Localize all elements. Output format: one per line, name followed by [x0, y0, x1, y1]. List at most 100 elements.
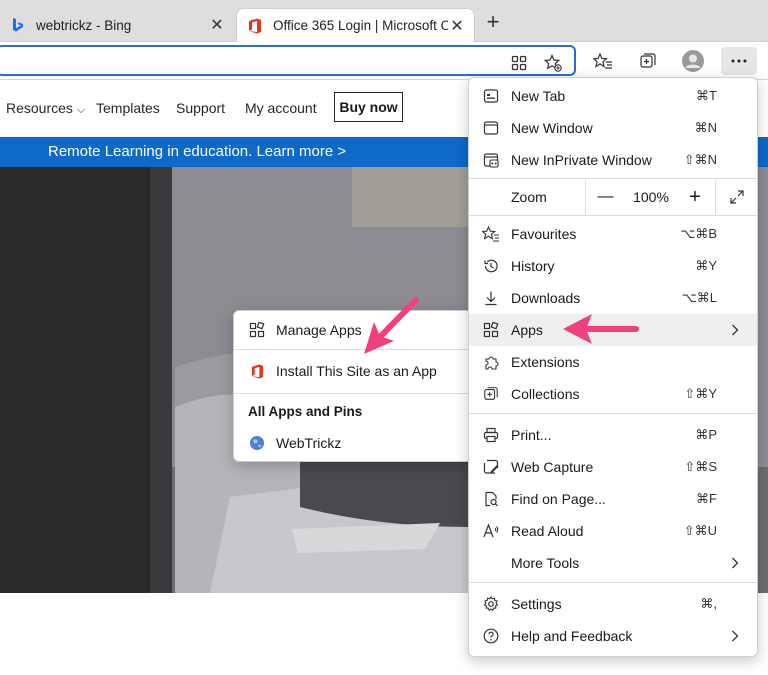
find-icon [482, 490, 500, 508]
nav-link-my-account[interactable]: My account [245, 100, 317, 116]
menu-label: Settings [511, 596, 562, 612]
menu-item-new-inprivate-window[interactable]: New InPrivate Window ⇧⌘N [469, 144, 757, 176]
close-tab-icon[interactable]: ✕ [448, 17, 466, 35]
extensions-icon [482, 353, 500, 371]
new-tab-icon [482, 87, 500, 105]
tab-office365[interactable]: Office 365 Login | Microsoft Of ✕ [236, 8, 475, 42]
menu-item-settings[interactable]: Settings ⌘, [469, 588, 757, 620]
chevron-right-icon [731, 323, 741, 337]
shortcut: ⌘F [696, 491, 717, 506]
zoom-label: Zoom [511, 189, 547, 205]
globe-icon [248, 434, 266, 452]
menu-label: New Window [511, 120, 593, 136]
menu-item-web-capture[interactable]: Web Capture ⇧⌘S [469, 451, 757, 483]
menu-item-more-tools[interactable]: More Tools [469, 547, 757, 579]
menu-item-find-on-page[interactable]: Find on Page... ⌘F [469, 483, 757, 515]
shortcut: ⇧⌘U [683, 523, 717, 538]
help-icon [482, 627, 500, 645]
webtrickz-app-item[interactable]: WebTrickz [234, 427, 471, 459]
buy-now-button[interactable]: Buy now [334, 92, 403, 122]
menu-label: Collections [511, 386, 580, 402]
shortcut: ⌘Y [695, 258, 717, 273]
menu-item-collections[interactable]: Collections ⇧⌘Y [469, 378, 757, 410]
menu-label: WebTrickz [276, 435, 342, 451]
menu-label: Apps [511, 322, 543, 338]
close-tab-icon[interactable]: ✕ [208, 16, 226, 34]
manage-apps-item[interactable]: Manage Apps [234, 314, 471, 346]
shortcut: ⌘P [695, 427, 717, 442]
add-favourite-icon[interactable] [544, 54, 562, 72]
nav-link-support[interactable]: Support [176, 100, 225, 116]
menu-label: Print... [511, 427, 552, 443]
bing-icon [10, 17, 26, 33]
menu-item-downloads[interactable]: Downloads ⌥⌘L [469, 282, 757, 314]
menu-label: Favourites [511, 226, 577, 242]
divider [469, 582, 757, 583]
tab-bing[interactable]: webtrickz - Bing ✕ [0, 8, 234, 42]
nav-link-resources[interactable]: Resources ⌵ [6, 100, 85, 117]
tab-title: Office 365 Login | Microsoft Of [273, 18, 448, 33]
settings-and-more-icon[interactable] [721, 47, 757, 75]
manage-apps-icon [248, 321, 266, 339]
chevron-right-icon [731, 629, 741, 643]
menu-item-favourites[interactable]: Favourites ⌥⌘B [469, 218, 757, 250]
tab-title: webtrickz - Bing [36, 17, 132, 33]
zoom-out-button[interactable]: — [585, 180, 625, 214]
menu-item-new-window[interactable]: New Window ⌘N [469, 112, 757, 144]
menu-item-help-and-feedback[interactable]: Help and Feedback [469, 620, 757, 652]
menu-item-print[interactable]: Print... ⌘P [469, 419, 757, 451]
divider [469, 413, 757, 414]
all-apps-heading: All Apps and Pins [248, 404, 363, 419]
download-icon [482, 289, 500, 307]
favourites-bar-icon[interactable] [588, 47, 618, 75]
menu-label: History [511, 258, 555, 274]
shortcut: ⌥⌘B [680, 226, 717, 241]
new-tab-plus-icon[interactable]: + [482, 11, 504, 34]
banner-text[interactable]: Remote Learning in education. Learn more… [48, 143, 346, 160]
menu-label: Read Aloud [511, 523, 584, 539]
browser-toolbar [0, 42, 768, 80]
shortcut: ⌘N [694, 120, 717, 135]
chevron-down-icon: ⌵ [76, 104, 86, 116]
profile-avatar-icon[interactable] [678, 47, 708, 75]
collections-icon[interactable] [633, 47, 663, 75]
menu-item-history[interactable]: History ⌘Y [469, 250, 757, 282]
app-available-icon[interactable] [510, 54, 528, 72]
menu-label: Manage Apps [276, 322, 362, 338]
zoom-level: 100% [633, 189, 669, 205]
tab-strip: webtrickz - Bing ✕ Office 365 Login | Mi… [0, 0, 768, 42]
menu-label: Downloads [511, 290, 581, 306]
print-icon [482, 426, 500, 444]
menu-label: Install This Site as an App [276, 363, 437, 379]
apps-icon [482, 321, 500, 339]
office-icon [248, 362, 266, 380]
shortcut: ⇧⌘S [684, 459, 717, 474]
address-bar[interactable] [0, 45, 576, 76]
history-icon [482, 257, 500, 275]
menu-label: Extensions [511, 354, 580, 370]
read-aloud-icon [482, 522, 500, 540]
zoom-in-button[interactable]: + [675, 180, 715, 214]
menu-label: Help and Feedback [511, 628, 633, 644]
favourites-icon [482, 225, 500, 243]
office-icon [247, 18, 263, 34]
apps-submenu: Manage Apps Install This Site as an App … [233, 310, 472, 462]
install-site-as-app-item[interactable]: Install This Site as an App [234, 355, 471, 387]
menu-label: Web Capture [511, 459, 594, 475]
menu-label: New InPrivate Window [511, 152, 652, 168]
chevron-right-icon [731, 556, 741, 570]
fullscreen-icon[interactable] [715, 180, 757, 214]
settings-and-more-menu: New Tab ⌘T New Window ⌘N New InPrivate W… [468, 77, 758, 657]
shortcut: ⇧⌘Y [684, 386, 717, 401]
divider [469, 215, 757, 216]
menu-item-extensions[interactable]: Extensions [469, 346, 757, 378]
menu-item-read-aloud[interactable]: Read Aloud ⇧⌘U [469, 515, 757, 547]
nav-link-templates[interactable]: Templates [96, 100, 160, 116]
shortcut: ⌥⌘L [681, 290, 717, 305]
menu-item-apps[interactable]: Apps [469, 314, 757, 346]
divider [234, 349, 471, 350]
menu-item-new-tab[interactable]: New Tab ⌘T [469, 80, 757, 112]
inprivate-icon [482, 151, 500, 169]
zoom-row: Zoom — 100% + [469, 180, 757, 214]
collections-icon [482, 385, 500, 403]
